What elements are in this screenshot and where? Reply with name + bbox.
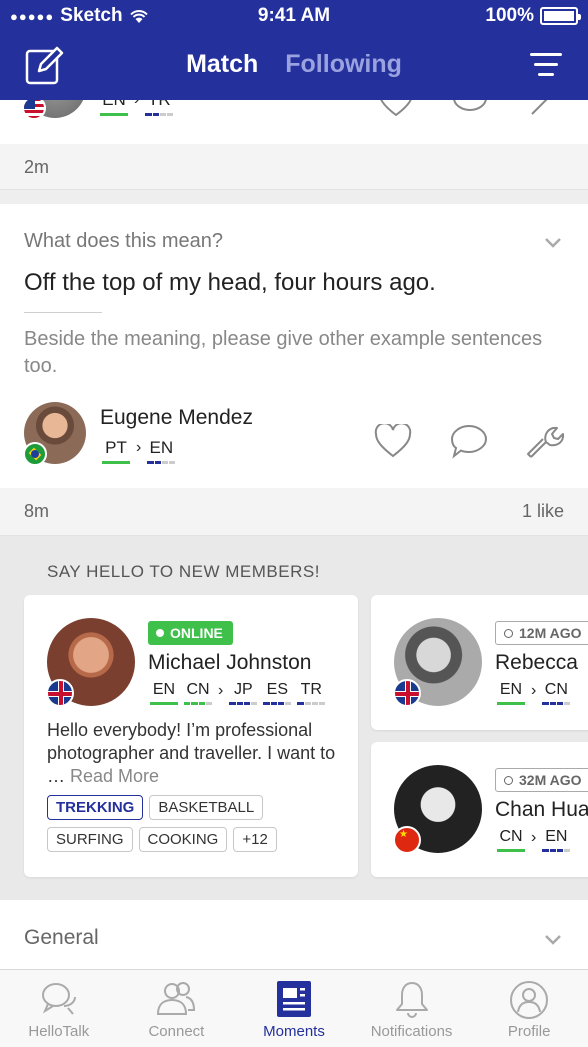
chat-bubbles-icon: [41, 983, 76, 1015]
post-time: 2m: [24, 157, 50, 177]
learning-language: TR: [148, 100, 171, 110]
member-bio: Hello everybody! I’m professional photog…: [47, 719, 347, 788]
like-count[interactable]: 1 like: [522, 501, 564, 522]
wrench-icon[interactable]: [526, 424, 564, 460]
divider: [24, 312, 102, 313]
chevron-right-icon: ›: [531, 829, 537, 846]
tab-label: Moments: [263, 1023, 325, 1040]
china-flag-icon: ★: [393, 826, 421, 854]
post-author: Eugene Mendez PT › EN: [23, 402, 564, 468]
native-language: CN: [186, 681, 210, 698]
moments-icon: [276, 981, 311, 1017]
last-seen-badge: 32M AGO: [495, 768, 588, 792]
post-time: 8m: [24, 501, 50, 521]
learning-language: TR: [300, 681, 322, 698]
app-header: ●●●●● Sketch 9:41 AM 100% Match Followin…: [0, 0, 588, 100]
language-pair: EN › TR: [100, 100, 174, 116]
member-name: Chan Hua: [495, 798, 588, 821]
tag-basketball[interactable]: BASKETBALL: [149, 795, 264, 820]
comment-icon[interactable]: [450, 424, 488, 460]
status-bar: ●●●●● Sketch 9:41 AM 100%: [0, 0, 588, 34]
tab-label: Notifications: [370, 1023, 453, 1040]
tab-label: HelloTalk: [28, 1023, 90, 1040]
battery-icon: [540, 7, 581, 25]
correct-icon[interactable]: [528, 100, 564, 118]
native-language: CN: [499, 828, 523, 845]
post-type-title: What does this mean?: [24, 230, 223, 252]
tab-notifications[interactable]: Notifications: [353, 970, 471, 1047]
native-language: PT: [105, 438, 127, 457]
post-actions: [374, 424, 564, 460]
profile-icon: [510, 981, 549, 1019]
post-text: Off the top of my head, four hours ago.: [24, 269, 436, 296]
post-note: Beside the meaning, please give other ex…: [24, 328, 543, 377]
new-members-section: SAY HELLO TO NEW MEMBERS! ONLINE Michael…: [0, 536, 588, 900]
interest-tags: TREKKING BASKETBALL SURFING COOKING +12: [47, 795, 347, 852]
post-type-title: General: [24, 926, 99, 949]
people-icon: [157, 982, 196, 1015]
tab-label: Connect: [148, 1023, 205, 1040]
tab-label: Profile: [507, 1023, 551, 1040]
tag-cooking[interactable]: COOKING: [138, 827, 228, 852]
member-card[interactable]: ONLINE Michael Johnston EN CN › JP ES TR…: [24, 595, 358, 877]
native-language: EN: [499, 681, 523, 698]
author-name[interactable]: Eugene Mendez: [100, 406, 253, 430]
tab-profile[interactable]: Profile: [470, 970, 588, 1047]
member-name: Michael Johnston: [148, 651, 312, 674]
battery-percent: 100%: [485, 5, 534, 26]
member-card[interactable]: ★ 32M AGO Chan Hua CN › EN: [371, 742, 588, 877]
tab-following[interactable]: Following: [285, 50, 402, 78]
post-card[interactable]: What does this mean? Off the top of my h…: [0, 204, 588, 488]
like-icon[interactable]: [378, 100, 414, 118]
language-list: EN › CN: [497, 681, 571, 705]
tag-trekking[interactable]: TREKKING: [47, 795, 144, 820]
chevron-right-icon: ›: [218, 682, 224, 699]
chevron-right-icon: ›: [531, 682, 537, 699]
comment-icon[interactable]: [452, 100, 488, 118]
chevron-down-icon[interactable]: [544, 237, 562, 249]
member-card[interactable]: 12M AGO Rebecca EN › CN: [371, 595, 588, 730]
learning-language: JP: [233, 681, 253, 698]
bell-icon: [395, 982, 428, 1018]
language-list: EN CN › JP ES TR: [150, 681, 326, 705]
previous-post-meta: 2m: [0, 144, 588, 190]
member-name: Rebecca: [495, 651, 578, 674]
chevron-down-icon[interactable]: [544, 934, 562, 946]
language-pair: PT › EN: [102, 438, 176, 464]
tag-more[interactable]: +12: [233, 827, 277, 852]
last-seen-badge: 12M AGO: [495, 621, 588, 645]
language-list: CN › EN: [497, 828, 571, 852]
tab-match[interactable]: Match: [186, 50, 258, 78]
post-meta: 8m 1 like: [0, 488, 588, 536]
tag-surfing[interactable]: SURFING: [47, 827, 133, 852]
uk-flag-icon: [46, 679, 74, 707]
brazil-flag-icon: [23, 442, 47, 466]
learning-language: ES: [266, 681, 288, 698]
previous-post-card: EN › TR: [0, 100, 588, 144]
learning-language: CN: [544, 681, 568, 698]
chevron-right-icon: ›: [136, 439, 142, 456]
native-language: EN: [152, 681, 176, 698]
general-card[interactable]: General: [0, 900, 588, 970]
online-badge: ONLINE: [148, 621, 233, 645]
section-title: SAY HELLO TO NEW MEMBERS!: [47, 562, 320, 581]
like-icon[interactable]: [374, 424, 412, 460]
tab-connect[interactable]: Connect: [118, 970, 236, 1047]
filter-menu-icon[interactable]: [530, 52, 562, 78]
bottom-tab-bar: HelloTalk Connect Moments Notifications …: [0, 969, 588, 1047]
read-more-link[interactable]: Read More: [70, 766, 159, 786]
us-flag-icon: [22, 100, 46, 120]
learning-language: EN: [545, 828, 568, 845]
uk-flag-icon: [393, 679, 421, 707]
learning-language: EN: [149, 438, 174, 457]
tab-moments[interactable]: Moments: [235, 970, 353, 1047]
chevron-right-icon: ›: [134, 100, 139, 109]
tab-hellotalk[interactable]: HelloTalk: [0, 970, 118, 1047]
native-language: EN: [102, 100, 126, 110]
feed-tabs: Match Following: [0, 50, 588, 79]
